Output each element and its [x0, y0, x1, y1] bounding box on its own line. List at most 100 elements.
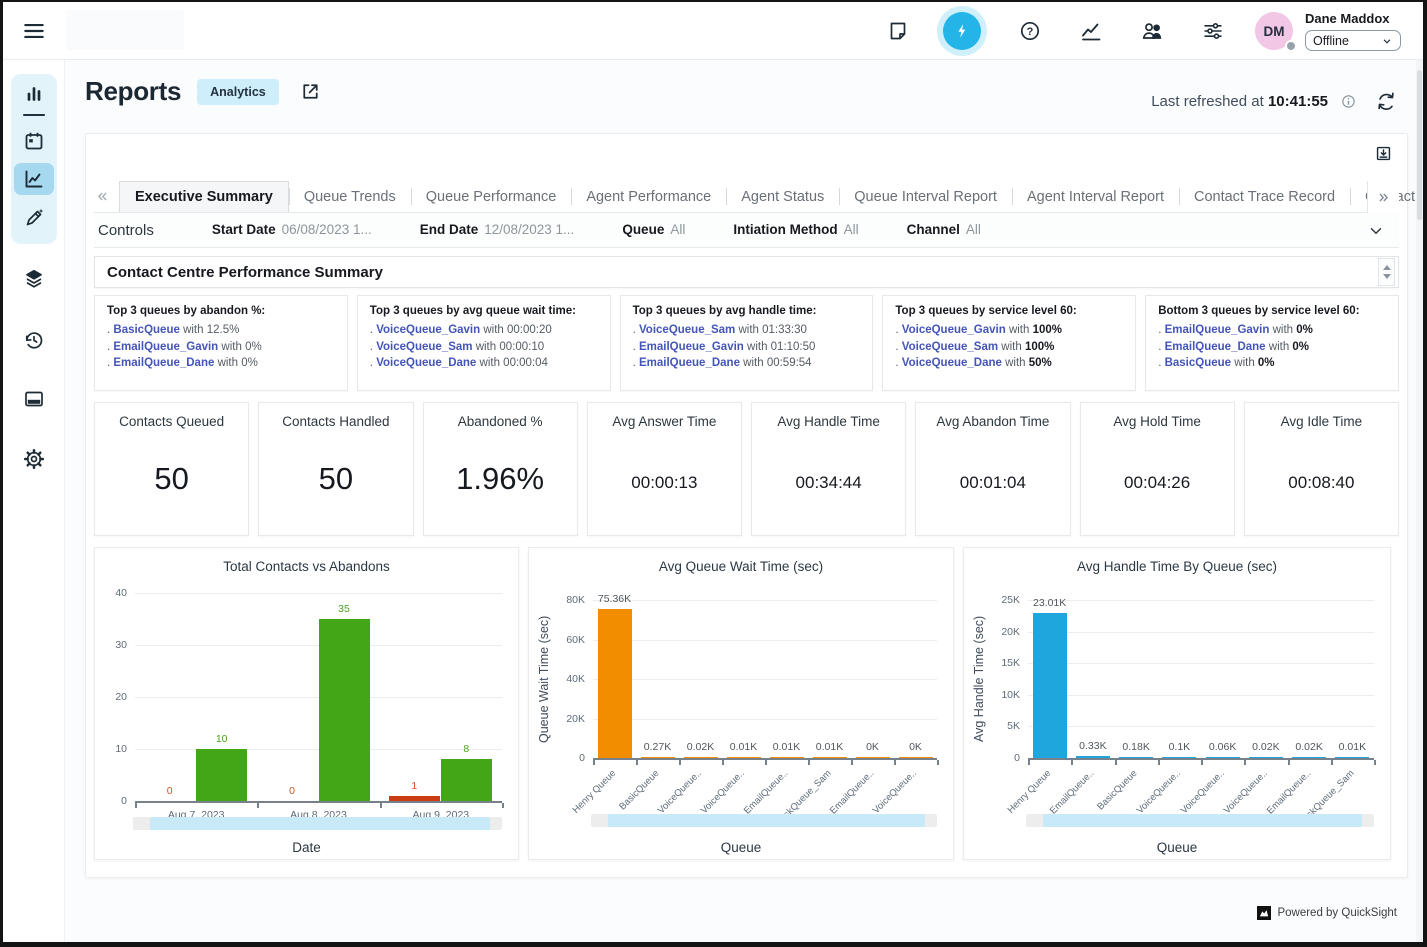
line-chart-icon: [22, 167, 46, 191]
filter-start-date[interactable]: Start Date06/08/2023 1...: [212, 221, 372, 239]
insight-box-title: Top 3 queues by avg handle time:: [633, 305, 861, 317]
x-category-label: VoiceQueue..: [1222, 768, 1270, 816]
insight-box-title: Top 3 queues by abandon %:: [107, 305, 335, 317]
insight-value: 100%: [1033, 324, 1062, 336]
bar-value-label: 0: [150, 785, 190, 797]
queue-name: EmailQueue_Dane: [639, 357, 740, 369]
controls-collapse-icon[interactable]: [1367, 222, 1385, 240]
spinner-down-icon[interactable]: [1383, 274, 1391, 279]
tab-contact-trace-record[interactable]: Contact Trace Record: [1179, 181, 1350, 212]
x-category-label: BasicQueue: [617, 768, 661, 812]
refresh-icon[interactable]: [1375, 90, 1397, 112]
h-scrollbar-thumb[interactable]: [1043, 814, 1362, 827]
lightning-button[interactable]: [943, 12, 981, 50]
window-icon[interactable]: [22, 387, 46, 411]
filter-end-date[interactable]: End Date12/08/2023 1...: [420, 221, 575, 239]
users-icon[interactable]: [1140, 19, 1164, 43]
vertical-scrollbar[interactable]: [1416, 60, 1423, 942]
y-tick-label: 0: [984, 752, 1020, 764]
tab-agent-status[interactable]: Agent Status: [726, 181, 839, 212]
x-category-label: EmailQueue..: [828, 768, 876, 816]
layers-icon[interactable]: [22, 267, 46, 291]
bar-value-label: 1: [394, 780, 434, 792]
avatar[interactable]: DM: [1255, 12, 1293, 50]
kpi-label: Contacts Queued: [95, 414, 248, 429]
powered-by: Powered by QuickSight: [1257, 906, 1397, 920]
scroll-tabs-right-icon[interactable]: [1367, 181, 1399, 213]
history-icon[interactable]: [22, 328, 46, 352]
insight-value: 01:10:50: [771, 341, 816, 353]
kpi-value: 00:00:13: [588, 473, 741, 493]
filter-value: 12/08/2023 1...: [484, 222, 574, 237]
queue-name: EmailQueue_Dane: [113, 357, 214, 369]
hamburger-menu-button[interactable]: [21, 18, 47, 44]
last-refreshed-time: 10:41:55: [1268, 93, 1328, 110]
x-category-label: VoiceQueue..: [871, 768, 919, 816]
filter-intiation-method[interactable]: Intiation MethodAll: [733, 221, 858, 239]
h-scrollbar-thumb[interactable]: [150, 817, 490, 830]
scroll-spinner[interactable]: [1378, 258, 1395, 286]
filter-label: Channel: [907, 222, 960, 237]
calendar-icon[interactable]: [22, 129, 46, 153]
filter-label: Queue: [622, 222, 664, 237]
axis-tick: [1288, 760, 1290, 765]
tab-queue-interval-report[interactable]: Queue Interval Report: [839, 181, 1012, 212]
queue-name: EmailQueue_Gavin: [1165, 324, 1270, 336]
lightning-icon: [952, 21, 972, 41]
status-select-value: Offline: [1313, 34, 1349, 48]
axis-tick: [593, 760, 595, 765]
filter-value: All: [966, 222, 981, 237]
chart-title: Avg Queue Wait Time (sec): [529, 559, 953, 574]
bar: [727, 757, 761, 759]
bar-value-label: 75.36K: [585, 593, 645, 605]
last-refreshed-text: Last refreshed at 10:41:55: [1151, 93, 1328, 110]
tab-agent-interval-report[interactable]: Agent Interval Report: [1012, 181, 1179, 212]
quicksight-logo-icon: [1257, 906, 1271, 920]
bar: [389, 796, 440, 801]
queue-name: EmailQueue_Dane: [1165, 341, 1266, 353]
queue-name: VoiceQueue_Sam: [639, 324, 735, 336]
filter-queue[interactable]: QueueAll: [622, 221, 685, 239]
gridline: [593, 600, 937, 601]
sidebar-item-reports[interactable]: [14, 163, 54, 195]
status-select[interactable]: Offline: [1305, 30, 1401, 51]
chart-title: Total Contacts vs Abandons: [95, 559, 518, 574]
help-icon[interactable]: ?: [1018, 19, 1042, 43]
summary-header: Contact Centre Performance Summary: [94, 256, 1399, 288]
x-category-label: VoiceQueue..: [656, 768, 704, 816]
tab-queue-performance[interactable]: Queue Performance: [411, 181, 572, 212]
info-icon[interactable]: [1340, 93, 1357, 110]
insight-box: Top 3 queues by abandon %:. BasicQueue w…: [94, 295, 348, 391]
kpi-label: Avg Handle Time: [752, 414, 905, 429]
tab-executive-summary[interactable]: Executive Summary: [119, 181, 289, 212]
filter-channel[interactable]: Channel All: [907, 221, 981, 239]
tab-queue-trends[interactable]: Queue Trends: [289, 181, 411, 212]
metrics-icon[interactable]: [1079, 19, 1103, 43]
y-tick-label: 25K: [984, 594, 1020, 606]
insight-value: 00:00:04: [503, 357, 548, 369]
h-scrollbar-thumb[interactable]: [608, 814, 925, 827]
insight-box-title: Top 3 queues by avg queue wait time:: [370, 305, 598, 317]
bar-chart-icon[interactable]: [22, 81, 46, 105]
queue-name: VoiceQueue_Dane: [902, 357, 1002, 369]
brush-icon[interactable]: [22, 206, 46, 230]
kpi-label: Avg Hold Time: [1081, 414, 1234, 429]
spinner-up-icon[interactable]: [1383, 265, 1391, 270]
sliders-icon[interactable]: [1201, 19, 1225, 43]
insight-line: . VoiceQueue_Gavin with 00:00:20: [370, 322, 598, 339]
external-link-icon[interactable]: [299, 80, 322, 103]
vertical-scrollbar-thumb[interactable]: [1417, 70, 1422, 220]
note-icon[interactable]: [886, 19, 910, 43]
kpi-card-avg-abandon-time: Avg Abandon Time00:01:04: [915, 402, 1070, 536]
controls-label: Controls: [98, 222, 154, 239]
scroll-tabs-left-icon[interactable]: [94, 181, 111, 212]
y-tick-label: 20K: [549, 713, 585, 725]
y-tick-label: 5K: [984, 720, 1020, 732]
bar: [641, 757, 675, 759]
download-icon[interactable]: [1374, 144, 1393, 163]
insight-value: 0%: [245, 341, 262, 353]
kpi-card-avg-idle-time: Avg Idle Time00:08:40: [1244, 402, 1399, 536]
tab-agent-performance[interactable]: Agent Performance: [571, 181, 726, 212]
insight-value: 12.5%: [207, 324, 240, 336]
gear-icon[interactable]: [22, 447, 46, 471]
